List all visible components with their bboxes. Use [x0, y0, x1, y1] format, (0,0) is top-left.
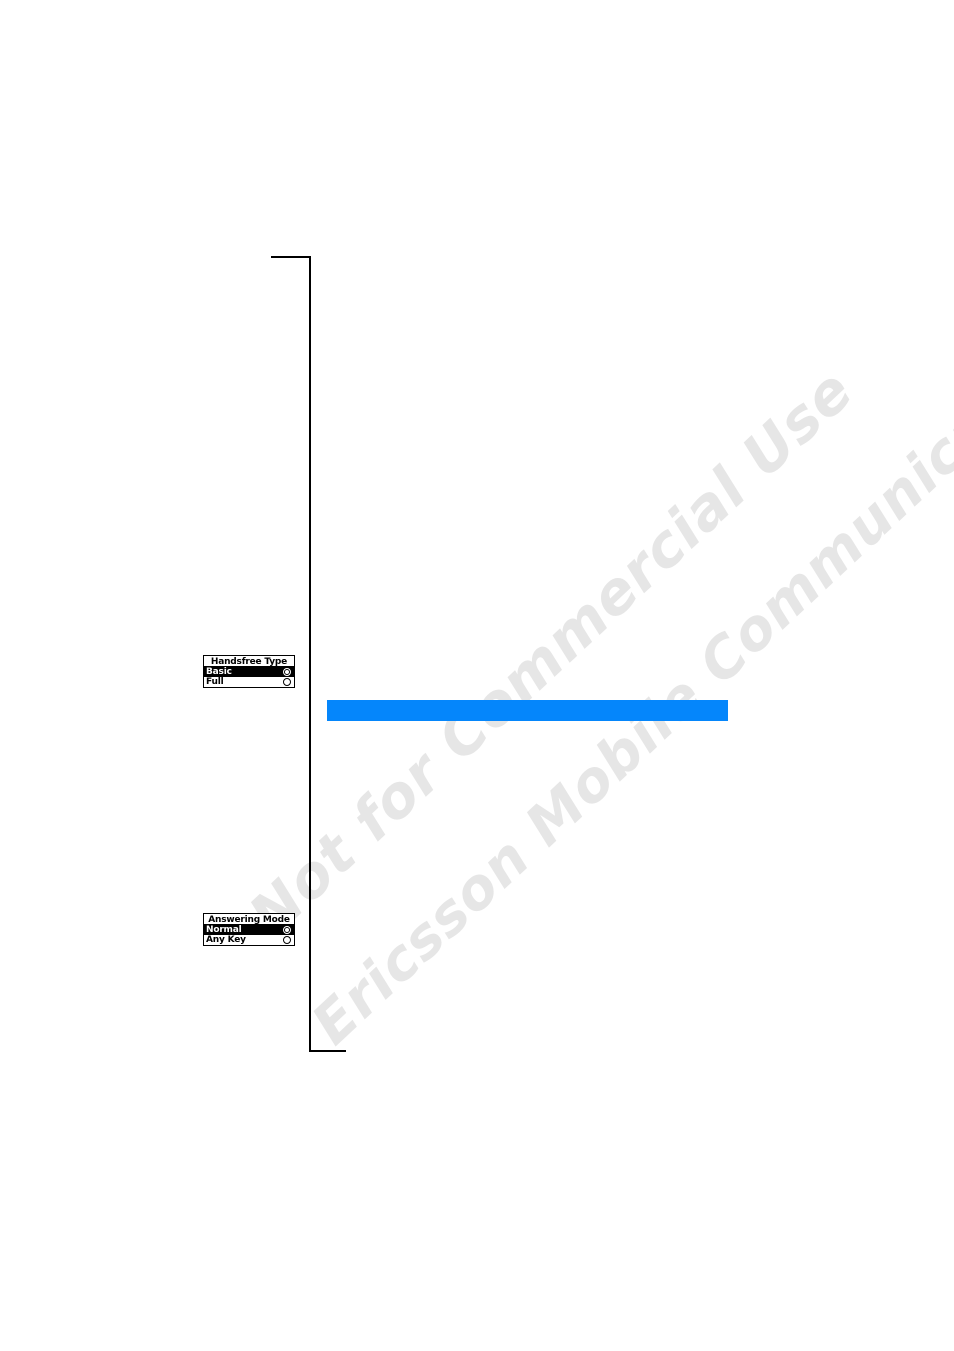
watermark-line-ericsson-mobile-communications-ab: Ericsson Mobile Communications AB	[300, 208, 954, 1058]
bracket-vertical-rule	[309, 256, 311, 1052]
lcd-option-label: Normal	[206, 925, 242, 935]
lcd-option-row[interactable]: Full	[204, 677, 294, 687]
radio-unselected-icon[interactable]	[283, 936, 291, 944]
lcd-option-label: Full	[206, 677, 224, 687]
lcd-option-row[interactable]: Basic	[204, 667, 294, 677]
lcd-title: Answering Mode	[204, 914, 294, 925]
lcd-option-label: Basic	[206, 667, 232, 677]
radio-selected-icon[interactable]	[283, 668, 291, 676]
lcd-option-row[interactable]: Normal	[204, 925, 294, 935]
lcd-option-label: Any Key	[206, 935, 246, 945]
lcd-screen-answering-mode: Answering Mode Normal Any Key	[203, 913, 295, 946]
bracket-bottom-arm	[309, 1050, 346, 1052]
radio-selected-icon[interactable]	[283, 926, 291, 934]
lcd-title: Handsfree Type	[204, 656, 294, 667]
watermark-line-not-for-commercial-use: Not for Commercial Use	[236, 355, 866, 950]
blue-highlight-bar	[327, 700, 728, 721]
watermark: Not for Commercial Use Ericsson Mobile C…	[0, 0, 954, 1351]
lcd-screen-handsfree-type: Handsfree Type Basic Full	[203, 655, 295, 688]
lcd-option-row[interactable]: Any Key	[204, 935, 294, 945]
bracket-top-arm	[271, 256, 311, 258]
radio-unselected-icon[interactable]	[283, 678, 291, 686]
document-page: Not for Commercial Use Ericsson Mobile C…	[0, 0, 954, 1351]
